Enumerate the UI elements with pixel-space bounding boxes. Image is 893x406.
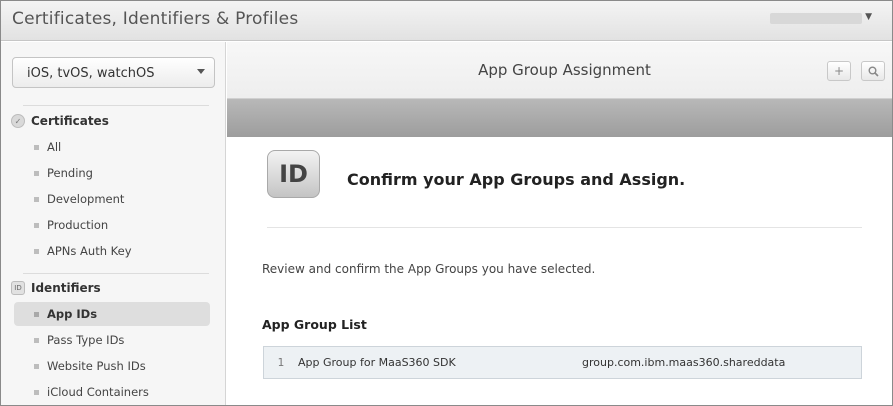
sidebar-item-pending[interactable]: Pending: [14, 161, 210, 185]
app-group-name: App Group for MaaS360 SDK: [298, 356, 456, 369]
sidebar-item-label: Pass Type IDs: [47, 333, 125, 347]
bullet-icon: [34, 363, 39, 369]
page-title: App Group Assignment: [478, 61, 651, 79]
sidebar-item-apns-auth-key[interactable]: APNs Auth Key: [14, 239, 210, 263]
plus-icon: +: [833, 64, 845, 78]
sidebar-divider: [23, 105, 209, 106]
add-button[interactable]: +: [827, 61, 851, 81]
chevron-down-icon[interactable]: ▼: [865, 12, 872, 22]
sidebar-item-all[interactable]: All: [14, 135, 210, 159]
app-group-identifier: group.com.ibm.maas360.shareddata: [582, 356, 786, 369]
sidebar-item-pass-type-ids[interactable]: Pass Type IDs: [14, 328, 210, 352]
main-content: ID Confirm your App Groups and Assign. R…: [227, 137, 892, 405]
bullet-icon: [34, 196, 39, 202]
sidebar-item-label: APNs Auth Key: [47, 244, 132, 258]
search-icon: [868, 66, 879, 77]
content-divider: [267, 227, 862, 228]
platform-select[interactable]: iOS, tvOS, watchOS: [12, 57, 215, 88]
toolbar-band: [227, 99, 892, 137]
sidebar-item-website-push-ids[interactable]: Website Push IDs: [14, 354, 210, 378]
confirm-heading: Confirm your App Groups and Assign.: [347, 170, 686, 189]
section-header-identifiers: ID Identifiers: [11, 279, 101, 297]
bullet-icon: [34, 311, 39, 317]
sidebar-item-icloud-containers[interactable]: iCloud Containers: [14, 380, 210, 404]
bullet-icon: [34, 170, 39, 176]
sidebar-item-label: Production: [47, 218, 109, 232]
sidebar-item-label: App IDs: [47, 307, 98, 321]
sidebar-divider: [23, 273, 209, 274]
row-index: 1: [277, 356, 285, 369]
table-row: 1 App Group for MaaS360 SDK group.com.ib…: [263, 346, 862, 379]
sidebar-item-label: All: [47, 140, 62, 154]
section-label: Certificates: [31, 114, 109, 128]
app-window: Certificates, Identifiers & Profiles ▼ i…: [0, 0, 893, 406]
app-title: Certificates, Identifiers & Profiles: [12, 9, 299, 29]
sidebar-item-label: Pending: [47, 166, 93, 180]
bullet-icon: [34, 222, 39, 228]
sidebar-item-app-ids[interactable]: App IDs: [14, 302, 210, 326]
chevron-down-icon: [197, 69, 205, 74]
search-button[interactable]: [861, 61, 885, 81]
account-menu[interactable]: [770, 13, 862, 24]
bullet-icon: [34, 389, 39, 395]
platform-select-value: iOS, tvOS, watchOS: [27, 66, 155, 81]
sidebar: iOS, tvOS, watchOS ✓ Certificates All Pe…: [1, 42, 226, 405]
sidebar-item-development[interactable]: Development: [14, 187, 210, 211]
sidebar-item-label: Development: [47, 192, 125, 206]
review-description: Review and confirm the App Groups you ha…: [262, 262, 596, 276]
app-group-list-title: App Group List: [262, 317, 367, 332]
bullet-icon: [34, 337, 39, 343]
check-icon: ✓: [11, 114, 25, 128]
sidebar-item-production[interactable]: Production: [14, 213, 210, 237]
bullet-icon: [34, 144, 39, 150]
sidebar-item-label: Website Push IDs: [47, 359, 146, 373]
id-badge-icon: ID: [267, 150, 320, 198]
sidebar-item-label: iCloud Containers: [47, 385, 149, 399]
bullet-icon: [34, 248, 39, 254]
section-label: Identifiers: [31, 281, 101, 295]
top-bar: Certificates, Identifiers & Profiles ▼: [1, 1, 892, 41]
main-header: App Group Assignment +: [227, 42, 892, 99]
section-header-certificates: ✓ Certificates: [11, 112, 109, 130]
id-icon: ID: [11, 281, 25, 295]
